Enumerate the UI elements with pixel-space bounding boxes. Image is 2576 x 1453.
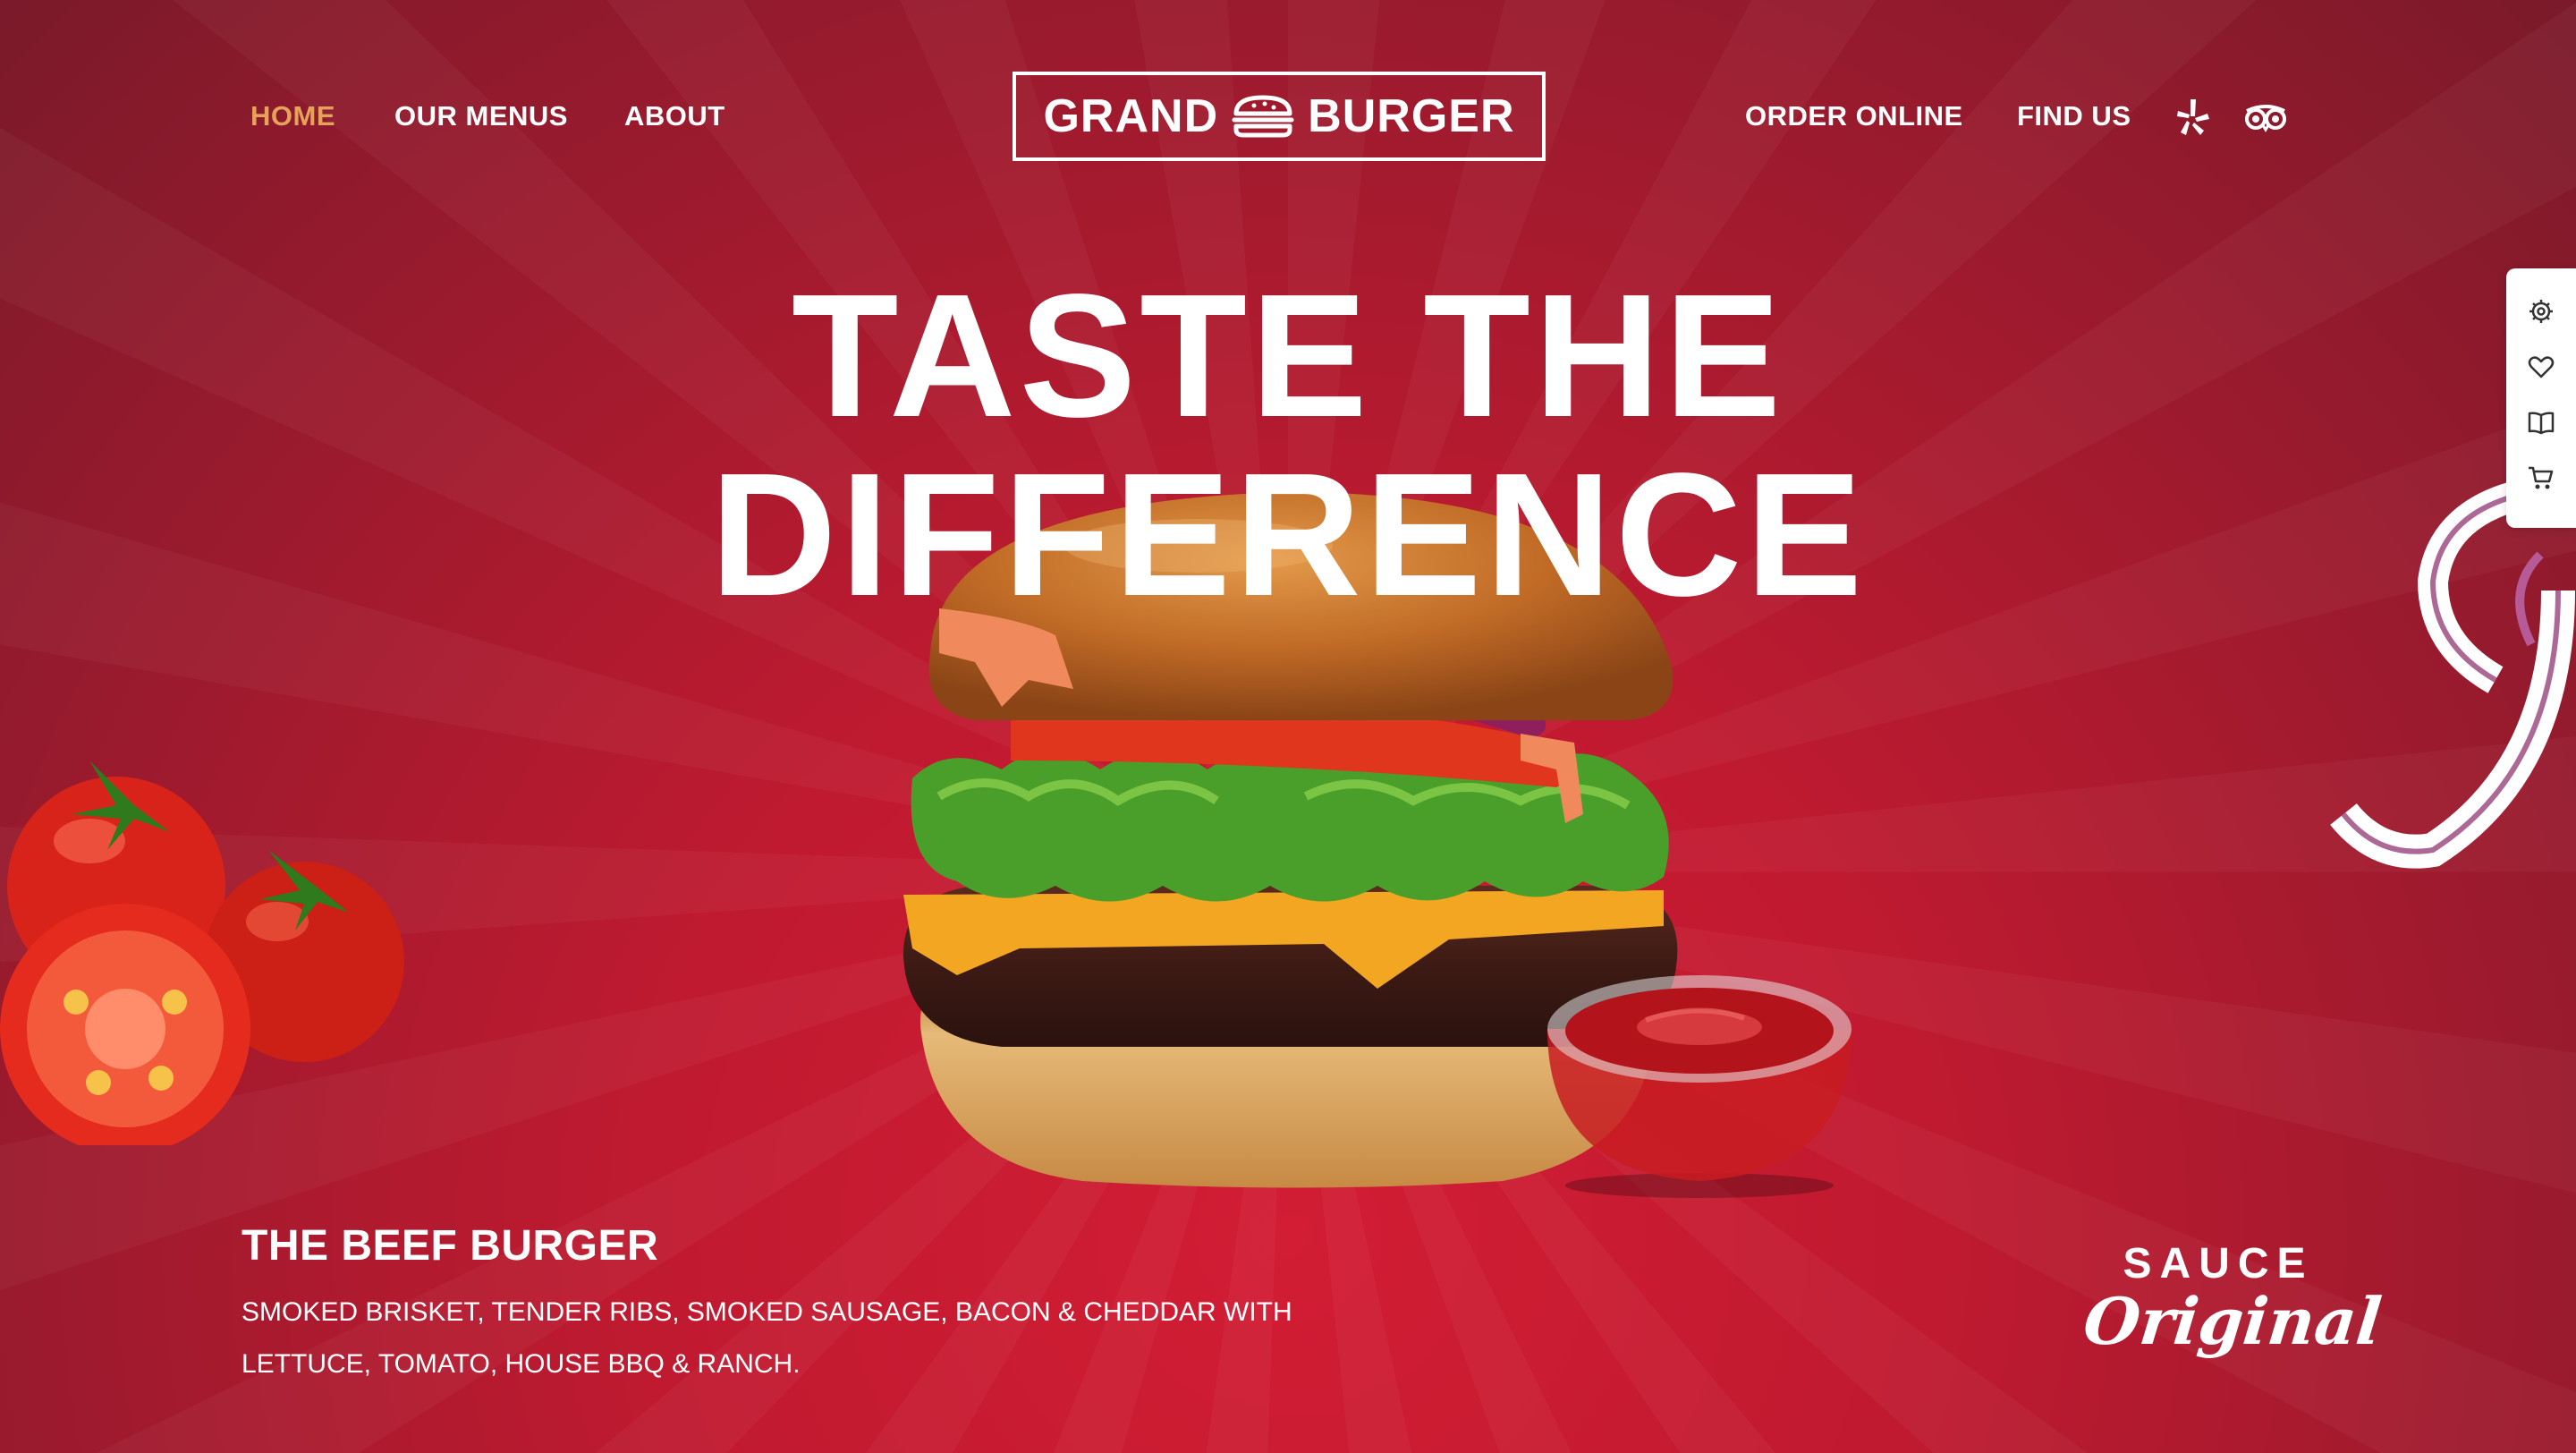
ketchup-bowl-image [1547,975,1852,1198]
product-title: THE BEEF BURGER [242,1222,659,1270]
top-navigation: HOME OUR MENUS ABOUT GRAND BURGER ORDER … [0,0,2576,236]
nav-find-us-link[interactable]: FIND US [2017,100,2131,132]
badge-line1: SAUCE [2123,1240,2314,1287]
hero-headline-line2: DIFFERENCE [709,437,1867,633]
gear-icon[interactable] [2527,297,2555,326]
badge-line2: Original [2080,1283,2385,1359]
burger-icon [1232,95,1294,138]
product-description: SMOKED BRISKET, TENDER RIBS, SMOKED SAUS… [242,1297,1292,1379]
nav-our-menus-link[interactable]: OUR MENUS [394,100,568,132]
nav-about-link[interactable]: ABOUT [624,100,725,132]
nav-home-link[interactable]: HOME [250,100,335,132]
book-icon[interactable] [2527,408,2555,437]
nav-order-online-link[interactable]: ORDER ONLINE [1745,100,1963,132]
tomatoes-image [0,760,404,1145]
logo-text-grand: GRAND [1043,90,1219,142]
site-logo[interactable]: GRAND BURGER [1013,72,1546,161]
tripadvisor-icon[interactable] [2243,97,2288,138]
sauce-original-badge: SAUCE Original [2080,1239,2385,1382]
heart-icon[interactable] [2527,353,2555,381]
hero-headline-line1: TASTE THE [791,258,1785,454]
logo-text-burger: BURGER [1308,90,1515,142]
cart-icon[interactable] [2527,463,2555,492]
side-toolbar [2506,268,2576,528]
yelp-icon[interactable] [2175,97,2211,138]
